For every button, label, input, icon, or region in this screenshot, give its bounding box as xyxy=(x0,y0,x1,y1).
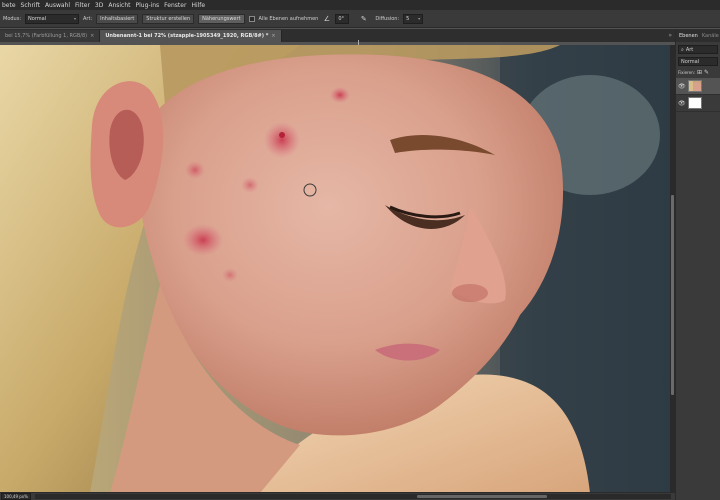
tab-document-2[interactable]: Unbenannt-1 bei 72% (stzapple-1905349_19… xyxy=(100,30,282,42)
menu-3d[interactable]: 3D xyxy=(95,2,103,9)
layer-filter-input[interactable]: ⌕ Art xyxy=(678,45,718,54)
horizontal-scrollbar[interactable] xyxy=(35,494,671,499)
close-icon[interactable]: × xyxy=(271,33,275,39)
search-icon: ⌕ xyxy=(681,46,684,53)
sample-all-layers-label: Alle Ebenen aufnehmen xyxy=(258,15,319,22)
mode-label: Modus: xyxy=(3,15,22,22)
brush-icon[interactable]: ✎ xyxy=(704,69,709,76)
scroll-thumb[interactable] xyxy=(416,495,547,498)
layer-filter-value: Art xyxy=(685,46,694,53)
zoom-field[interactable]: 100,49 px% xyxy=(1,493,31,500)
layers-panel: Ebenen Kanäle ⌕ Art Normal Fixieren: ⊞ ✎… xyxy=(675,29,720,500)
menu-view[interactable]: Ansicht xyxy=(108,2,130,9)
chevron-down-icon: ▾ xyxy=(74,16,77,21)
type-label: Art: xyxy=(83,15,93,22)
content-aware-button[interactable]: Inhaltsbasiert xyxy=(96,13,139,24)
create-texture-button[interactable]: Struktur erstellen xyxy=(142,13,195,24)
layer-row-photo[interactable]: 👁 xyxy=(676,78,720,95)
sample-all-layers-checkbox[interactable] xyxy=(248,15,255,22)
lock-label: Fixieren: xyxy=(678,69,695,75)
canvas-photo xyxy=(0,45,675,493)
menu-bar: bete Schrift Auswahl Filter 3D Ansicht P… xyxy=(0,0,720,10)
document-tab-bar: bei 15,7% (Farbfüllung 1, RGB/8) × Unben… xyxy=(0,29,675,42)
mode-value: Normal xyxy=(28,15,47,22)
blend-mode-value: Normal xyxy=(681,58,700,65)
layer-row-background[interactable]: 👁 xyxy=(676,95,720,112)
scroll-thumb[interactable] xyxy=(671,195,674,395)
proximity-match-button[interactable]: Näherungswert xyxy=(198,13,245,24)
options-bar: Modus: Normal ▾ Art: Inhaltsbasiert Stru… xyxy=(0,10,720,28)
lock-pixels-icon[interactable]: ⊞ xyxy=(697,69,702,76)
menu-filter[interactable]: Filter xyxy=(75,2,90,9)
blend-mode-select[interactable]: Normal xyxy=(678,57,718,66)
tab-label: bei 15,7% (Farbfüllung 1, RGB/8) xyxy=(5,33,88,39)
menu-plugins[interactable]: Plug-ins xyxy=(136,2,160,9)
status-bar: 100,49 px% xyxy=(0,492,675,500)
mode-select[interactable]: Normal ▾ xyxy=(25,13,80,24)
double-chevron-icon[interactable]: » xyxy=(668,32,675,39)
angle-input[interactable]: 0° xyxy=(335,13,350,24)
chevron-down-icon: ▾ xyxy=(418,16,421,21)
diffusion-value: 5 xyxy=(406,15,410,22)
pressure-icon[interactable]: ✎ xyxy=(359,14,368,23)
panel-tabs: Ebenen Kanäle xyxy=(676,29,720,42)
menu-edit[interactable]: bete xyxy=(2,2,16,9)
layer-thumbnail xyxy=(688,97,702,109)
layer-thumbnail xyxy=(688,80,702,92)
menu-type[interactable]: Schrift xyxy=(21,2,40,9)
eye-icon[interactable]: 👁 xyxy=(678,83,686,90)
eye-icon[interactable]: 👁 xyxy=(678,100,686,107)
menu-window[interactable]: Fenster xyxy=(164,2,186,9)
tab-channels[interactable]: Kanäle xyxy=(702,33,719,39)
menu-select[interactable]: Auswahl xyxy=(45,2,70,9)
diffusion-select[interactable]: 5 ▾ xyxy=(403,13,424,24)
lock-row: Fixieren: ⊞ ✎ xyxy=(678,68,718,76)
angle-icon: ∠ xyxy=(323,14,330,23)
diffusion-label: Diffusion: xyxy=(375,15,400,22)
tab-label: Unbenannt-1 bei 72% (stzapple-1905349_19… xyxy=(105,33,269,39)
canvas-area[interactable] xyxy=(0,45,675,493)
tab-document-1[interactable]: bei 15,7% (Farbfüllung 1, RGB/8) × xyxy=(0,30,101,42)
tab-layers[interactable]: Ebenen xyxy=(679,33,698,39)
close-icon[interactable]: × xyxy=(90,33,94,39)
menu-help[interactable]: Hilfe xyxy=(191,2,205,9)
